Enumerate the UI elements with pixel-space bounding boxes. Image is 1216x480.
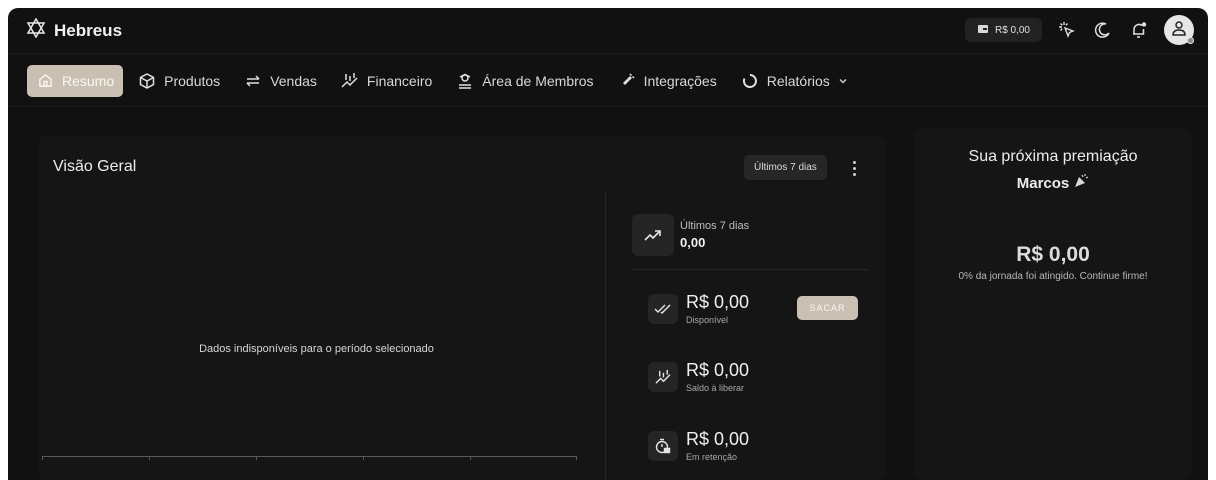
timer-lock-icon — [648, 430, 678, 461]
axis-tick — [363, 456, 364, 460]
brand-name: Hebreus — [54, 20, 123, 40]
available-balance: R$ 0,00 Disponível — [648, 292, 749, 325]
award-name-row: Marcos — [914, 173, 1192, 193]
nav-label: Produtos — [164, 72, 221, 89]
app-window: Hebreus R$ 0,00 Resumo Produtos Vendas F… — [8, 8, 1208, 480]
available-label: Disponível — [686, 315, 729, 325]
wallet-icon — [977, 24, 989, 37]
members-icon — [456, 72, 474, 90]
nav-label: Vendas — [270, 72, 317, 89]
vertical-divider — [605, 191, 606, 480]
balance-value: R$ 0,00 — [994, 24, 1030, 36]
available-amount: R$ 0,00 — [686, 292, 750, 312]
chart-area: Dados indisponíveis para o período selec… — [38, 191, 605, 480]
retention-label: Em retenção — [686, 452, 738, 462]
to-release-label: Saldo à liberar — [686, 383, 745, 393]
trend-stat: Últimos 7 dias 0,00 — [632, 214, 749, 256]
trend-label: Últimos 7 dias — [680, 220, 750, 232]
moon-icon[interactable] — [1092, 19, 1114, 41]
balance-chip[interactable]: R$ 0,00 — [964, 18, 1042, 42]
nav-item-vendas[interactable]: Vendas — [235, 65, 326, 97]
nav-label: Integrações — [643, 72, 717, 89]
nav-label: Resumo — [62, 72, 115, 89]
home-icon — [36, 72, 54, 90]
overview-title: Visão Geral — [53, 158, 137, 175]
award-name: Marcos — [1016, 174, 1070, 192]
to-release-amount: R$ 0,00 — [686, 360, 750, 380]
top-actions: R$ 0,00 — [964, 15, 1194, 45]
avatar[interactable] — [1164, 15, 1194, 45]
nav-item-financeiro[interactable]: Financeiro — [332, 65, 441, 97]
nav-label: Relatórios — [766, 72, 830, 89]
double-check-icon — [648, 293, 678, 324]
nav-item-relatorios[interactable]: Relatórios — [732, 65, 857, 97]
trend-up-icon — [632, 214, 674, 256]
trend-value: 0,00 — [680, 235, 706, 250]
nav-item-integracoes[interactable]: Integrações — [609, 65, 726, 97]
sparkle-cursor-icon[interactable] — [1056, 19, 1078, 41]
axis-tick — [149, 456, 150, 460]
box-icon — [138, 72, 156, 90]
arrows-swap-icon — [244, 72, 262, 90]
nav-label: Área de Membros — [482, 72, 594, 89]
top-bar: Hebreus R$ 0,00 — [8, 8, 1208, 54]
axis-tick — [42, 456, 43, 460]
axis-tick — [470, 456, 471, 460]
party-popper-icon — [1073, 173, 1089, 193]
overview-card: Visão Geral Últimos 7 dias Dados indispo… — [38, 136, 886, 480]
star-of-david-icon — [26, 17, 46, 43]
nav-label: Financeiro — [366, 72, 433, 89]
nav-item-produtos[interactable]: Produtos — [129, 65, 229, 97]
horizontal-divider — [632, 269, 868, 270]
retention-amount: R$ 0,00 — [686, 429, 750, 449]
chevron-down-icon — [838, 73, 848, 89]
award-card: Sua próxima premiação Marcos R$ 0,00 0% … — [914, 128, 1192, 480]
award-progress-note: 0% da jornada foi atingido. Continue fir… — [958, 271, 1148, 282]
retention-balance: R$ 0,00 Em retenção — [648, 429, 749, 462]
award-title: Sua próxima premiação — [968, 148, 1138, 165]
more-options-icon[interactable] — [846, 158, 862, 178]
circle-icon — [741, 72, 759, 90]
user-icon — [1171, 20, 1187, 41]
to-release-balance: R$ 0,00 Saldo à liberar — [648, 360, 749, 393]
plug-icon — [618, 72, 636, 90]
chart-icon — [341, 72, 359, 90]
chart-icon — [648, 361, 678, 392]
award-amount: R$ 0,00 — [1016, 243, 1090, 266]
axis-tick — [256, 456, 257, 460]
period-selector[interactable]: Últimos 7 dias — [744, 155, 827, 180]
withdraw-button[interactable]: SACAR — [797, 296, 858, 320]
nav-item-area-de-membros[interactable]: Área de Membros — [447, 65, 602, 97]
empty-chart-message: Dados indisponíveis para o período selec… — [199, 343, 434, 355]
main-nav: Resumo Produtos Vendas Financeiro Área d… — [8, 55, 1208, 107]
bell-icon[interactable] — [1128, 19, 1150, 41]
status-dot — [1187, 37, 1194, 44]
chart-x-axis — [42, 456, 577, 457]
brand[interactable]: Hebreus — [26, 17, 123, 43]
nav-item-resumo[interactable]: Resumo — [27, 64, 124, 97]
axis-tick — [576, 456, 577, 460]
